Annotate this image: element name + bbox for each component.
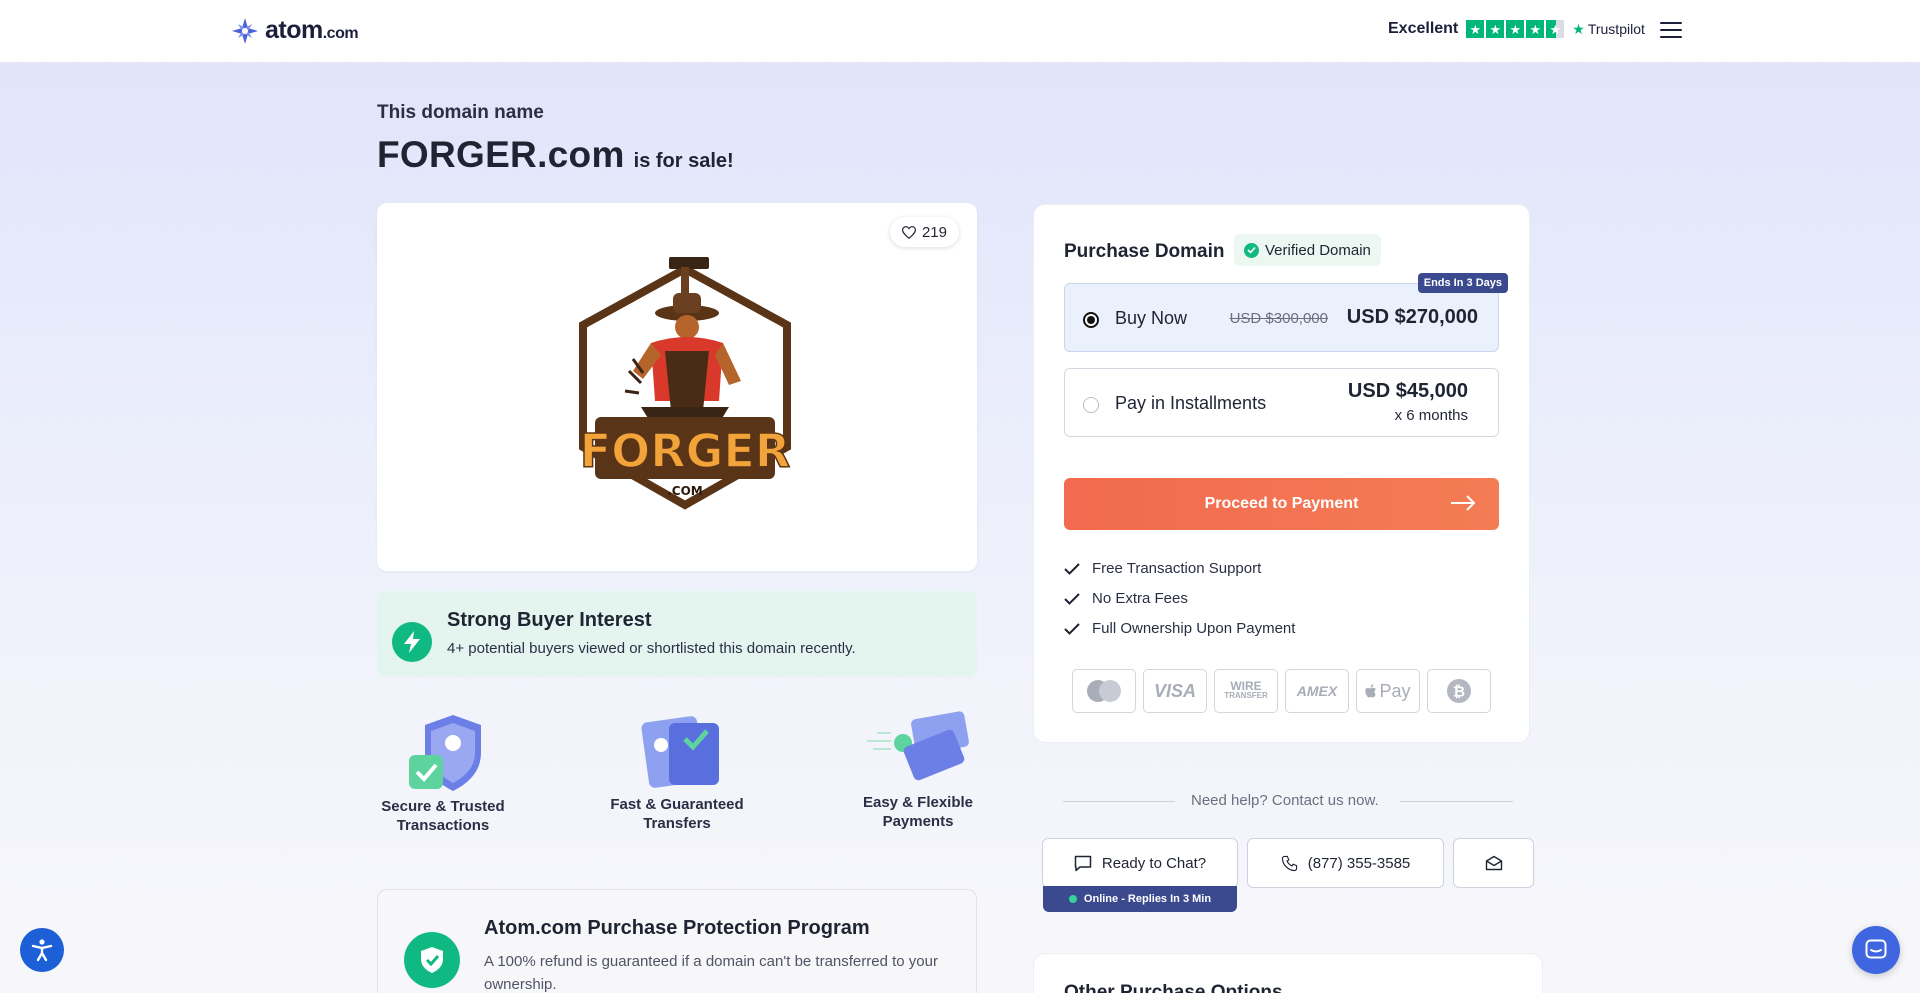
half-star-icon: ★	[1546, 20, 1565, 38]
star-icon: ★	[1486, 20, 1505, 38]
proceed-to-payment-button[interactable]: Proceed to Payment	[1064, 478, 1499, 530]
interest-text: 4+ potential buyers viewed or shortliste…	[447, 640, 856, 657]
ends-soon-badge: Ends In 3 Days	[1417, 273, 1508, 293]
like-count: 219	[921, 223, 947, 241]
online-dot-icon	[1068, 895, 1077, 903]
check-circle-icon	[1244, 242, 1259, 258]
support-chat-launcher[interactable]	[1852, 926, 1900, 974]
shield-check-icon	[409, 715, 481, 791]
installments-label: Pay in Installments	[1115, 393, 1267, 413]
star-icon: ★	[1466, 20, 1485, 38]
envelope-open-icon	[1485, 855, 1502, 871]
checkmark-icon	[1064, 622, 1080, 635]
atom-star-icon	[232, 17, 258, 44]
purchase-protection-card: Atom.com Purchase Protection Program A 1…	[377, 889, 977, 993]
purchase-card: Purchase Domain Verified Domain Buy Now …	[1033, 204, 1530, 743]
benefit-item: Full Ownership Upon Payment	[1064, 620, 1295, 637]
for-sale-text: is for sale!	[633, 150, 734, 172]
verified-domain-badge: Verified Domain	[1234, 234, 1381, 266]
page-title: FORGER.com is for sale!	[377, 134, 734, 176]
benefit-item: Free Transaction Support	[1064, 560, 1261, 577]
svg-text:FORGER: FORGER	[580, 424, 791, 478]
arrow-right-icon	[1451, 495, 1476, 511]
heart-icon	[901, 225, 916, 239]
trustpilot-rating[interactable]: Excellent ★ ★ ★ ★ ★ ★ Trustpilot	[1388, 20, 1645, 38]
payment-cards-icon	[867, 711, 969, 781]
accessibility-icon	[31, 939, 53, 962]
phone-button[interactable]: (877) 355-3585	[1247, 838, 1444, 888]
amex-icon: AMEX	[1285, 669, 1349, 713]
installments-radio[interactable]	[1083, 397, 1099, 413]
buyer-interest-banner: Strong Buyer Interest 4+ potential buyer…	[377, 591, 977, 677]
logo-wordmark: atom.com	[265, 16, 359, 44]
phone-icon	[1281, 855, 1297, 871]
other-options-title: Other Purchase Options	[1064, 982, 1283, 993]
buy-now-label: Buy Now	[1115, 308, 1188, 328]
chat-launcher-icon	[1865, 939, 1887, 959]
trustpilot-logo: ★ Trustpilot	[1572, 20, 1645, 38]
feature-text: Fast & Guaranteed Transfers	[610, 796, 744, 832]
hamburger-menu-icon[interactable]	[1660, 22, 1682, 40]
star-icon: ★	[1506, 20, 1525, 38]
feature-text: Secure & Trusted Transactions	[381, 798, 505, 834]
svg-text:₿: ₿	[1453, 683, 1465, 701]
interest-title: Strong Buyer Interest	[447, 609, 652, 631]
chat-button[interactable]: Ready to Chat?	[1042, 838, 1238, 888]
protection-text: A 100% refund is guaranteed if a domain …	[484, 953, 938, 993]
trustpilot-star-icon: ★	[1572, 20, 1585, 37]
visa-icon: VISA	[1143, 669, 1207, 713]
svg-text:.COM: .COM	[667, 484, 703, 498]
domain-logo-card: 219 FORGER .COM	[377, 203, 977, 571]
rating-label: Excellent	[1388, 20, 1459, 37]
shield-check-icon	[404, 932, 460, 988]
accessibility-button[interactable]	[20, 928, 64, 972]
forger-logo-image: FORGER .COM	[579, 257, 791, 510]
checkmark-icon	[1064, 562, 1080, 575]
online-status-badge: Online - Replies In 3 Min	[1043, 886, 1237, 912]
original-price: USD $300,000	[1229, 310, 1328, 327]
top-navigation-bar: atom.com Excellent ★ ★ ★ ★ ★ ★ Trustpilot	[0, 0, 1920, 63]
payment-methods: VISA WIRE TRANSFER AMEX Pay ₿	[1072, 669, 1491, 713]
installment-price: USD $45,000	[1347, 380, 1468, 402]
bitcoin-icon: ₿	[1427, 669, 1491, 713]
rating-stars: ★ ★ ★ ★ ★	[1466, 20, 1565, 38]
mastercard-icon	[1072, 669, 1136, 713]
feature-secure: Secure & Trusted Transactions	[363, 711, 523, 835]
checkmark-icon	[1064, 592, 1080, 605]
help-text: Need help? Contact us now.	[1191, 792, 1379, 809]
feature-payments: Easy & Flexible Payments	[838, 707, 998, 831]
other-purchase-options-card: Other Purchase Options	[1033, 953, 1543, 993]
lightning-bolt-icon	[392, 622, 432, 662]
feature-transfers: Fast & Guaranteed Transfers	[597, 709, 757, 833]
buy-now-radio[interactable]	[1083, 312, 1099, 328]
chat-bubble-icon	[1074, 855, 1092, 871]
domain-name: FORGER.com	[377, 134, 625, 175]
like-button[interactable]: 219	[889, 217, 959, 247]
installments-option[interactable]: Pay in Installments USD $45,000 x 6 mont…	[1064, 368, 1499, 437]
email-button[interactable]	[1453, 838, 1534, 888]
apple-pay-icon: Pay	[1356, 669, 1420, 713]
buy-now-option[interactable]: Buy Now USD $300,000 USD $270,000 Ends I…	[1064, 273, 1508, 352]
installment-term: x 6 months	[1394, 407, 1468, 424]
transfer-cards-icon	[641, 716, 719, 788]
protection-title: Atom.com Purchase Protection Program	[484, 917, 870, 939]
purchase-title: Purchase Domain	[1064, 241, 1225, 262]
hero-eyebrow: This domain name	[377, 102, 544, 123]
feature-text: Easy & Flexible Payments	[862, 794, 974, 830]
contact-divider: Need help? Contact us now.	[1063, 790, 1513, 814]
benefit-item: No Extra Fees	[1064, 590, 1188, 607]
star-icon: ★	[1526, 20, 1545, 38]
discounted-price: USD $270,000	[1346, 306, 1478, 328]
atom-logo[interactable]: atom.com	[231, 16, 359, 45]
wire-transfer-icon: WIRE TRANSFER	[1214, 669, 1278, 713]
